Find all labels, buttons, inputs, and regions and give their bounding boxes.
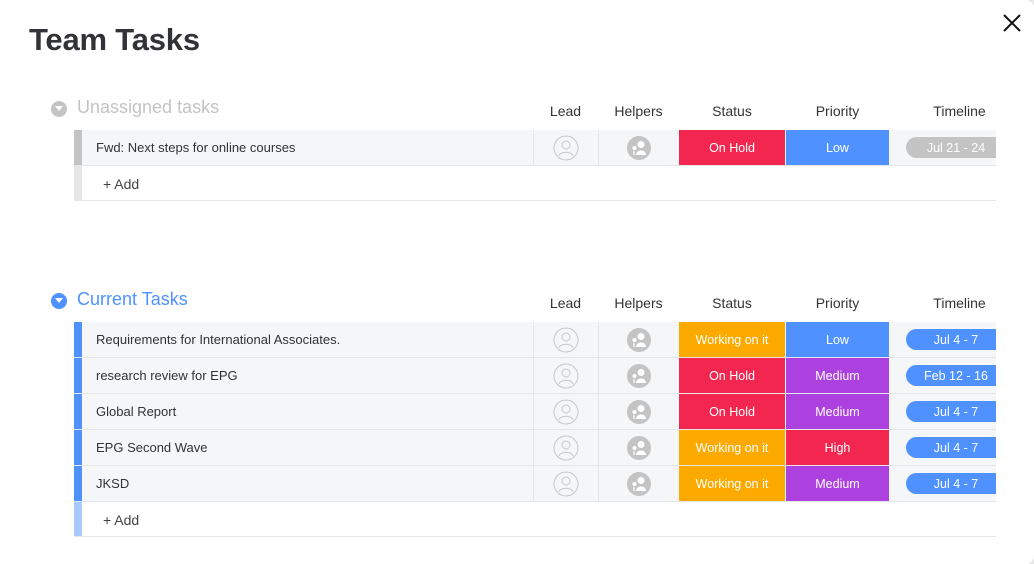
timeline-cell[interactable]: Jul 4 - 7 [889, 322, 996, 357]
task-row[interactable]: Requirements for International Associate… [74, 322, 996, 358]
add-task-button[interactable]: + Add [103, 176, 139, 192]
group-header: Current Tasks Lead Helpers Status Priori… [0, 286, 1034, 316]
priority-cell[interactable]: Low [786, 322, 889, 357]
task-name[interactable]: Fwd: Next steps for online courses [96, 140, 295, 155]
person-icon [553, 435, 579, 460]
row-color-bar [74, 358, 82, 393]
lead-cell[interactable] [533, 130, 598, 165]
column-header-status: Status [712, 103, 752, 119]
task-row[interactable]: research review for EPG On Hold Medium Feb … [74, 358, 996, 394]
column-header-helpers: Helpers [614, 103, 663, 119]
person-icon [553, 363, 579, 388]
group-title[interactable]: Current Tasks [77, 289, 188, 310]
timeline-pill[interactable]: Jul 4 - 7 [906, 329, 996, 350]
people-icon [627, 399, 651, 424]
status-cell[interactable]: Working on it [679, 322, 785, 357]
group-header: Unassigned tasks Lead Helpers Status Pri… [0, 94, 1034, 124]
helpers-cell[interactable] [598, 130, 679, 165]
priority-cell[interactable]: Medium [786, 358, 889, 393]
priority-cell[interactable]: Low [786, 130, 889, 165]
group-collapse-toggle[interactable] [51, 101, 67, 117]
task-list: Fwd: Next steps for online courses On Ho… [74, 130, 996, 201]
column-header-priority: Priority [815, 295, 860, 311]
column-header-timeline: Timeline [933, 295, 986, 311]
priority-cell[interactable]: Medium [786, 466, 889, 501]
row-color-bar [74, 322, 82, 357]
task-name[interactable]: Requirements for International Associate… [96, 332, 340, 347]
add-task-row: + Add [74, 502, 996, 537]
task-row[interactable]: EPG Second Wave Working on it High Jul 4 - … [74, 430, 996, 466]
timeline-pill[interactable]: Jul 4 - 7 [906, 473, 996, 494]
lead-cell[interactable] [533, 430, 598, 465]
timeline-pill[interactable]: Feb 12 - 16 [906, 365, 996, 386]
close-button[interactable] [1001, 12, 1023, 34]
column-header-lead: Lead [549, 103, 582, 119]
timeline-pill[interactable]: Jul 4 - 7 [906, 437, 996, 458]
team-tasks-modal: Team Tasks Unassigned tasks Lead Helpers… [0, 0, 1034, 564]
task-row[interactable]: Fwd: Next steps for online courses On Ho… [74, 130, 996, 166]
column-header-timeline: Timeline [933, 103, 986, 119]
add-task-button[interactable]: + Add [103, 512, 139, 528]
chevron-down-icon [55, 106, 63, 111]
task-row[interactable]: JKSD Working on it Medium Jul 4 - 7 [74, 466, 996, 502]
timeline-cell[interactable]: Jul 4 - 7 [889, 430, 996, 465]
priority-cell[interactable]: Medium [786, 394, 889, 429]
close-icon [1003, 14, 1021, 32]
lead-cell[interactable] [533, 394, 598, 429]
people-icon [627, 363, 651, 388]
status-cell[interactable]: On Hold [679, 358, 785, 393]
task-name[interactable]: EPG Second Wave [96, 440, 208, 455]
person-icon [553, 399, 579, 424]
column-header-status: Status [712, 295, 752, 311]
task-row[interactable]: Global Report On Hold Medium Jul 4 - 7 [74, 394, 996, 430]
column-header-lead: Lead [549, 295, 582, 311]
timeline-pill[interactable]: Jul 4 - 7 [906, 401, 996, 422]
task-list: Requirements for International Associate… [74, 322, 996, 537]
person-icon [553, 135, 579, 160]
status-cell[interactable]: On Hold [679, 130, 785, 165]
column-header-helpers: Helpers [614, 295, 663, 311]
people-icon [627, 471, 651, 496]
people-icon [627, 435, 651, 460]
column-header-priority: Priority [815, 103, 860, 119]
helpers-cell[interactable] [598, 322, 679, 357]
person-icon [553, 471, 579, 496]
status-cell[interactable]: Working on it [679, 430, 785, 465]
helpers-cell[interactable] [598, 358, 679, 393]
row-color-bar [74, 502, 82, 536]
helpers-cell[interactable] [598, 430, 679, 465]
task-name[interactable]: Global Report [96, 404, 176, 419]
row-color-bar [74, 166, 82, 200]
lead-cell[interactable] [533, 466, 598, 501]
group-title[interactable]: Unassigned tasks [77, 97, 219, 118]
priority-cell[interactable]: High [786, 430, 889, 465]
task-name[interactable]: JKSD [96, 476, 129, 491]
people-icon [627, 327, 651, 352]
timeline-pill[interactable]: Jul 21 - 24 [906, 137, 996, 158]
timeline-cell[interactable]: Feb 12 - 16 [889, 358, 996, 393]
timeline-cell[interactable]: Jul 21 - 24 [889, 130, 996, 165]
status-cell[interactable]: On Hold [679, 394, 785, 429]
page-title: Team Tasks [29, 22, 200, 57]
helpers-cell[interactable] [598, 466, 679, 501]
people-icon [627, 135, 651, 160]
lead-cell[interactable] [533, 322, 598, 357]
status-cell[interactable]: Working on it [679, 466, 785, 501]
row-color-bar [74, 466, 82, 501]
lead-cell[interactable] [533, 358, 598, 393]
row-color-bar [74, 430, 82, 465]
chevron-down-icon [55, 298, 63, 303]
group-collapse-toggle[interactable] [51, 293, 67, 309]
timeline-cell[interactable]: Jul 4 - 7 [889, 394, 996, 429]
timeline-cell[interactable]: Jul 4 - 7 [889, 466, 996, 501]
task-name[interactable]: research review for EPG [96, 368, 238, 383]
person-icon [553, 327, 579, 352]
add-task-row: + Add [74, 166, 996, 201]
row-color-bar [74, 130, 82, 165]
helpers-cell[interactable] [598, 394, 679, 429]
row-color-bar [74, 394, 82, 429]
